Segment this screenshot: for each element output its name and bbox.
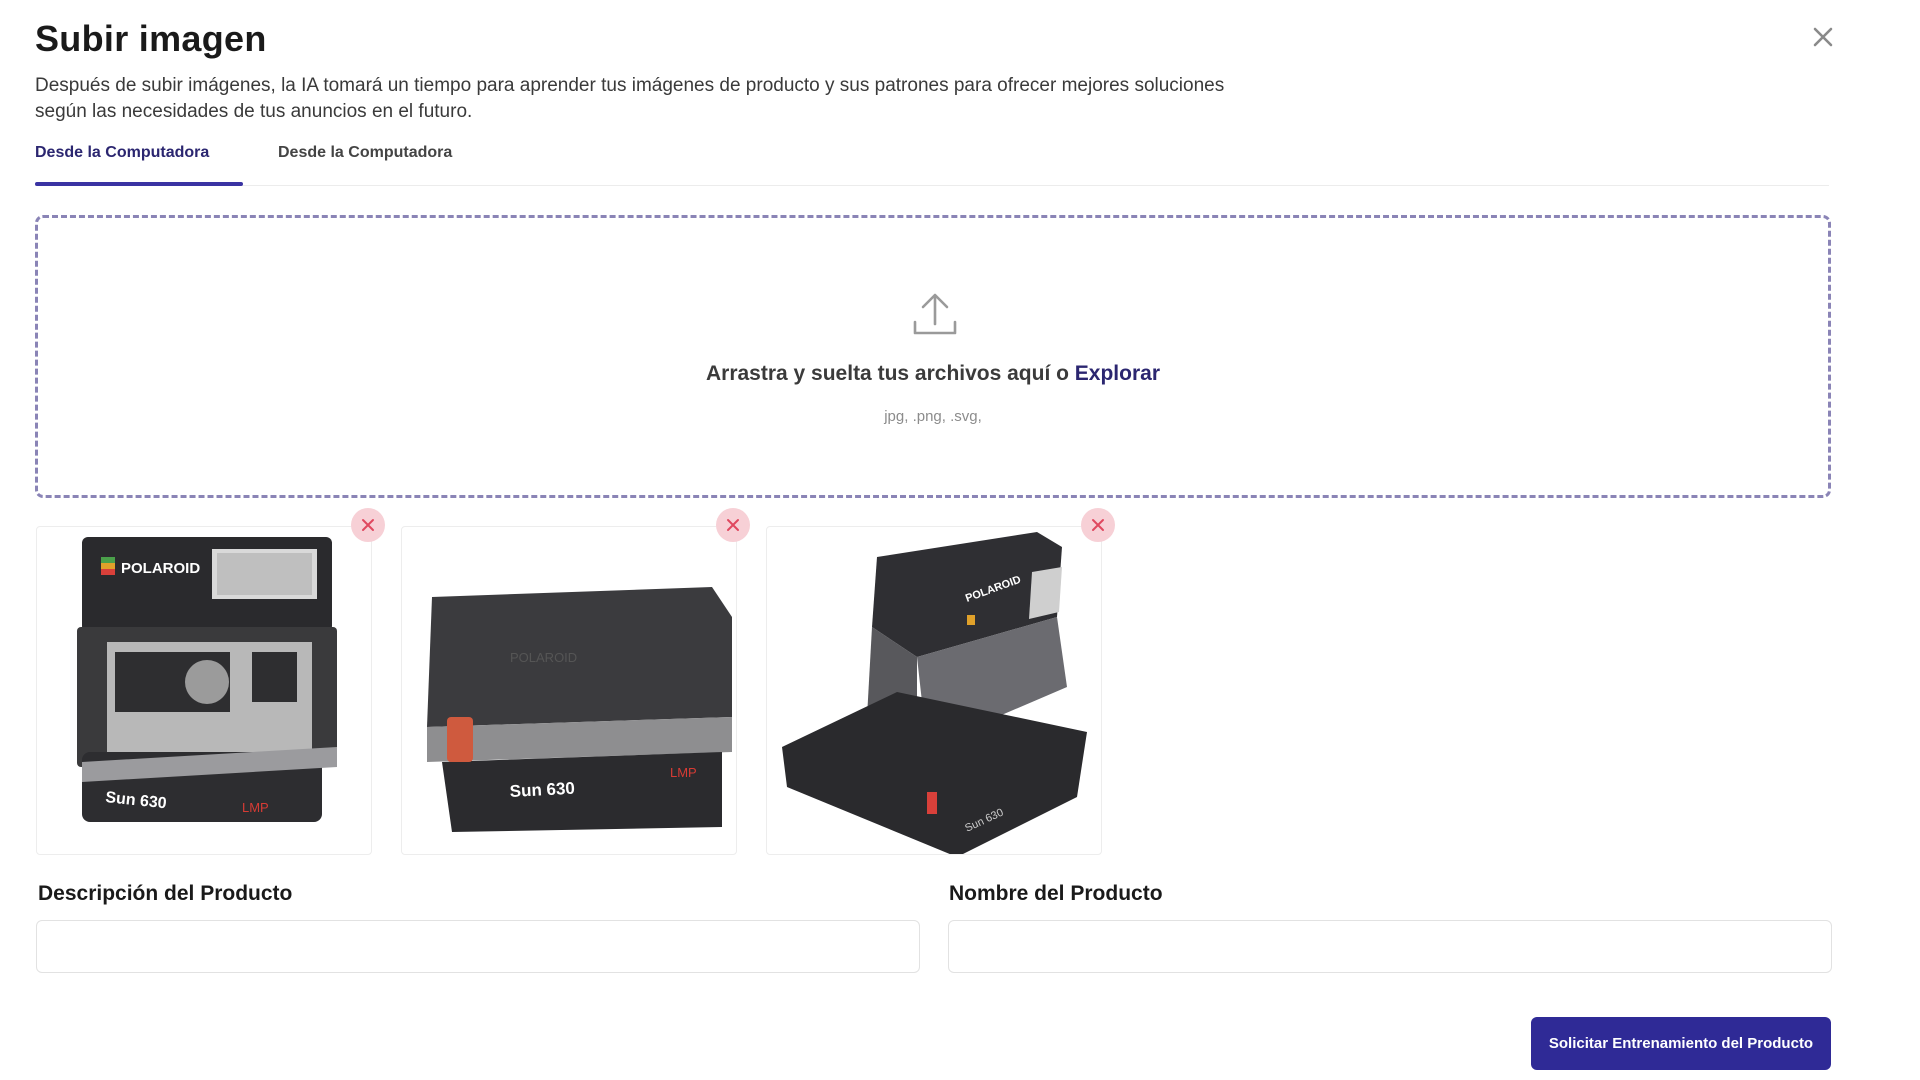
description-line-1: Después de subir imágenes, la IA tomará … <box>35 75 1225 96</box>
tab-from-computer-2[interactable]: Desde la Computadora <box>278 144 452 182</box>
close-icon <box>727 519 739 531</box>
close-icon[interactable] <box>1806 20 1840 54</box>
uploaded-images: POLAROID Sun 630 LMP POLAROID Sun 630 LM… <box>36 508 1236 856</box>
request-product-training-button[interactable]: Solicitar Entrenamiento del Producto <box>1531 1017 1831 1070</box>
browse-link[interactable]: Explorar <box>1075 362 1160 385</box>
camera-angled-image: POLAROID Sun 630 <box>782 532 1087 854</box>
remove-image-1-button[interactable] <box>351 508 385 542</box>
model-label-2: Sun 630 <box>509 779 575 801</box>
product-description-input[interactable] <box>36 920 920 973</box>
embossed-logo-2: POLAROID <box>510 650 577 665</box>
dialog-title: Subir imagen <box>35 18 267 59</box>
remove-image-2-button[interactable] <box>716 508 750 542</box>
camera-folded-image: POLAROID Sun 630 LMP <box>427 587 732 832</box>
active-tab-indicator <box>35 182 243 186</box>
product-description-label: Descripción del Producto <box>38 882 293 905</box>
accepted-formats: jpg, .png, .svg, <box>884 408 982 425</box>
upload-image-dialog: Subir imagen Después de subir imágenes, … <box>0 0 1920 1080</box>
close-icon <box>1092 519 1104 531</box>
dropzone-text: Arrastra y suelta tus archivos aquí o <box>705 362 1069 385</box>
description-line-2: según las necesidades de tus anuncios en… <box>35 101 473 122</box>
product-name-label: Nombre del Producto <box>949 882 1163 905</box>
product-name-input[interactable] <box>948 920 1832 973</box>
lmp-badge-2: LMP <box>670 765 697 780</box>
uploaded-image-1: POLAROID Sun 630 LMP <box>36 526 372 855</box>
upload-icon <box>913 293 957 335</box>
camera-front-image: POLAROID Sun 630 LMP <box>77 537 337 822</box>
lmp-badge-1: LMP <box>242 800 269 815</box>
uploaded-image-3: POLAROID Sun 630 <box>766 526 1102 855</box>
close-icon <box>362 519 374 531</box>
file-dropzone[interactable]: Arrastra y suelta tus archivos aquí o Ex… <box>35 215 1831 498</box>
dialog-description: Después de subir imágenes, la IA tomará … <box>35 73 1415 125</box>
dropzone-instructions: Arrastra y suelta tus archivos aquí o Ex… <box>38 362 1828 386</box>
tab-from-computer[interactable]: Desde la Computadora <box>35 144 209 182</box>
remove-image-3-button[interactable] <box>1081 508 1115 542</box>
source-tabs: Desde la Computadora Desde la Computador… <box>35 140 1829 186</box>
polaroid-logo-1: POLAROID <box>121 560 200 577</box>
uploaded-image-2: POLAROID Sun 630 LMP <box>401 526 737 855</box>
